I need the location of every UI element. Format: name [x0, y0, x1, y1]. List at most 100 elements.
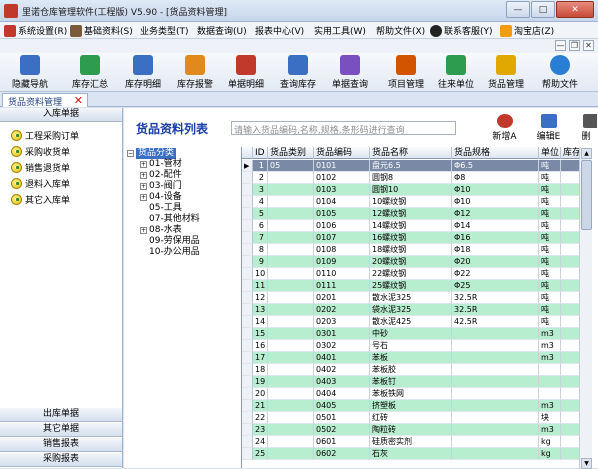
delete-button[interactable]: 删 [574, 112, 598, 142]
tree-node[interactable]: +08-水表 [140, 225, 182, 236]
table-row[interactable]: 2 0102 圆钢8 Φ8 吨 [242, 172, 581, 184]
menu-basic-data[interactable]: 基础资料(S) [70, 24, 133, 37]
title-bar: 里诺仓库管理软件(工程版) V5.90 - [货品资料管理] — □ ✕ [0, 0, 598, 22]
table-row[interactable]: 6 0106 14螺纹钢 Φ14 吨 [242, 220, 581, 232]
tab-goods-management[interactable]: 货品资料管理 ✕ [2, 93, 88, 108]
cell-unit: 吨 [539, 220, 561, 232]
header-spec[interactable]: 货品规格 [452, 147, 539, 159]
goods-management-button[interactable]: 货品管理 [478, 54, 534, 91]
tree-root[interactable]: − 货品分类 [127, 148, 177, 159]
table-row[interactable]: 5 0105 12螺纹钢 Φ12 吨 [242, 208, 581, 220]
table-row[interactable]: 21 0405 挤塑板 m3 [242, 400, 581, 412]
expand-icon[interactable]: + [140, 183, 147, 190]
table-row[interactable]: ▶ 1 05 0101 盘元6.5 Φ6.5 吨 [242, 160, 581, 172]
tree-node[interactable]: +01-管材 [140, 159, 182, 170]
document-detail-button[interactable]: 单据明细 [218, 54, 274, 91]
cell-code: 0401 [314, 352, 370, 364]
header-unit[interactable]: 单位 [539, 147, 561, 159]
nav-group-other[interactable]: 其它单据 [0, 423, 122, 437]
header-id[interactable]: ID [253, 147, 268, 159]
menu-data-query[interactable]: 数据查询(U) [197, 24, 247, 37]
table-row[interactable]: 16 0302 号石 m3 [242, 340, 581, 352]
document-query-button[interactable]: 单据查询 [322, 54, 378, 91]
table-row[interactable]: 25 0602 石灰 kg [242, 448, 581, 460]
expand-icon[interactable]: + [140, 227, 147, 234]
cell-id: 22 [253, 412, 268, 424]
nav-group-sales-report[interactable]: 销售报表 [0, 438, 122, 452]
search-input[interactable]: 请输入货品编码,名称,规格,条形码进行查询 [231, 121, 456, 135]
stock-detail-button[interactable]: 库存明细 [115, 54, 171, 91]
header-category[interactable]: 货品类别 [268, 147, 314, 159]
table-row[interactable]: 23 0502 陶粒砖 m3 [242, 424, 581, 436]
menu-taobao-store[interactable]: 淘宝店(Z) [500, 24, 554, 37]
project-management-button[interactable]: 项目管理 [378, 54, 434, 91]
scroll-thumb[interactable] [581, 160, 592, 230]
menu-contact-support[interactable]: 联系客服(Y) [430, 24, 493, 37]
tree-node[interactable]: 07-其他材料 [149, 214, 200, 225]
vertical-scrollbar[interactable]: ▲ ▼ [579, 148, 592, 469]
tree-node[interactable]: 05-工具 [149, 203, 182, 214]
nav-group-outbound[interactable]: 出库单据 [0, 408, 122, 422]
menu-help[interactable]: 帮助文件(X) [376, 24, 425, 37]
table-row[interactable]: 22 0501 红砖 块 [242, 412, 581, 424]
collapse-icon[interactable]: − [127, 150, 134, 157]
table-row[interactable]: 3 0103 圆钢10 Φ10 吨 [242, 184, 581, 196]
mdi-restore-button[interactable]: ❐ [569, 40, 580, 51]
header-name[interactable]: 货品名称 [370, 147, 452, 159]
table-row[interactable]: 10 0110 22螺纹钢 Φ22 吨 [242, 268, 581, 280]
partners-button[interactable]: 往来单位 [428, 54, 484, 91]
close-button[interactable]: ✕ [556, 1, 594, 18]
table-row[interactable]: 15 0301 中砂 m3 [242, 328, 581, 340]
table-row[interactable]: 17 0401 苯板 m3 [242, 352, 581, 364]
nav-item-other-inbound[interactable]: 其它入库单 [11, 192, 70, 206]
minimize-button[interactable]: — [506, 1, 530, 18]
stock-alarm-button[interactable]: 库存报警 [167, 54, 223, 91]
scroll-down-icon[interactable]: ▼ [581, 458, 592, 469]
mdi-close-button[interactable]: ✕ [583, 40, 594, 51]
tab-close-icon[interactable]: ✕ [74, 94, 83, 107]
nav-item-purchase-receipt[interactable]: 采购收货单 [11, 144, 70, 158]
table-row[interactable]: 20 0404 苯板铁网 [242, 388, 581, 400]
nav-group-purchase-report[interactable]: 采购报表 [0, 453, 122, 467]
menu-report-center[interactable]: 报表中心(V) [255, 24, 304, 37]
hide-nav-button[interactable]: 隐藏导航 [2, 54, 58, 91]
mdi-minimize-button[interactable]: — [555, 40, 566, 51]
table-row[interactable]: 11 0111 25螺纹钢 Φ25 吨 [242, 280, 581, 292]
nav-item-material-return[interactable]: 退料入库单 [11, 176, 70, 190]
table-row[interactable]: 8 0108 18螺纹钢 Φ18 吨 [242, 244, 581, 256]
expand-icon[interactable]: + [140, 172, 147, 179]
edit-button[interactable]: 编辑E [530, 112, 567, 142]
nav-item-purchase-order[interactable]: 工程采购订单 [11, 128, 79, 142]
tree-node[interactable]: +02-配件 [140, 170, 182, 181]
tree-node[interactable]: 09-劳保用品 [149, 236, 200, 247]
menu-system-settings[interactable]: 系统设置(R) [4, 24, 67, 37]
menu-bar: 系统设置(R) 基础资料(S) 业务类型(T) 数据查询(U) 报表中心(V) … [0, 22, 598, 39]
nav-item-sales-return[interactable]: 销售退货单 [11, 160, 70, 174]
table-row[interactable]: 18 0402 苯板胶 [242, 364, 581, 376]
tree-node[interactable]: +03-阀门 [140, 181, 182, 192]
table-row[interactable]: 14 0203 散水泥425 42.5R 吨 [242, 316, 581, 328]
expand-icon[interactable]: + [140, 161, 147, 168]
table-row[interactable]: 7 0107 16螺纹钢 Φ16 吨 [242, 232, 581, 244]
scroll-up-icon[interactable]: ▲ [581, 148, 592, 159]
menu-business-type[interactable]: 业务类型(T) [140, 24, 189, 37]
help-file-button[interactable]: 帮助文件 [532, 54, 588, 91]
add-button[interactable]: 新增A [486, 112, 523, 142]
header-code[interactable]: 货品编码 [314, 147, 370, 159]
cell-code: 0502 [314, 424, 370, 436]
table-row[interactable]: 19 0403 苯板钉 [242, 376, 581, 388]
table-row[interactable]: 24 0601 硅质密实剂 kg [242, 436, 581, 448]
table-row[interactable]: 9 0109 20螺纹钢 Φ20 吨 [242, 256, 581, 268]
table-row[interactable]: 13 0202 袋水泥325 32.5R 吨 [242, 304, 581, 316]
tree-node[interactable]: +04-设备 [140, 192, 182, 203]
nav-group-inbound[interactable]: 入库单据 [0, 108, 122, 122]
table-row[interactable]: 4 0104 10螺纹钢 Φ10 吨 [242, 196, 581, 208]
stock-summary-button[interactable]: 库存汇总 [62, 54, 118, 91]
maximize-button[interactable]: □ [531, 1, 555, 18]
query-stock-button[interactable]: 查询库存 [270, 54, 326, 91]
table-row[interactable]: 12 0201 散水泥325 32.5R 吨 [242, 292, 581, 304]
expand-icon[interactable]: + [140, 194, 147, 201]
menu-tools[interactable]: 实用工具(W) [314, 24, 366, 37]
header-stock[interactable]: 库存 [561, 147, 581, 159]
tree-node[interactable]: 10-办公用品 [149, 247, 200, 258]
